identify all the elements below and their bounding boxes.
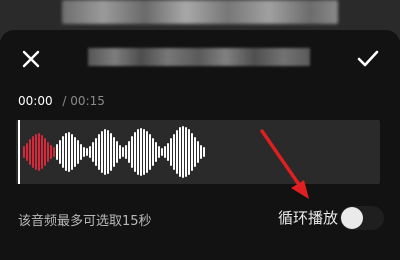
check-icon[interactable] [354, 46, 382, 72]
selection-hint: 该音频最多可选取15秒 [18, 214, 152, 229]
blurred-audio-name [88, 48, 310, 66]
close-icon[interactable] [18, 46, 44, 72]
toggle-knob [341, 207, 363, 229]
current-time: 00:00 [18, 94, 53, 108]
total-time: 00:15 [70, 94, 105, 108]
time-separator: / [62, 94, 67, 108]
loop-play-toggle[interactable] [340, 206, 384, 230]
waveform[interactable] [16, 120, 380, 184]
waveform-track[interactable] [16, 120, 380, 184]
blurred-title [62, 0, 338, 24]
loop-play-label: 循环播放 [278, 209, 339, 227]
time-display: 00:00 / 00:15 [18, 94, 105, 108]
